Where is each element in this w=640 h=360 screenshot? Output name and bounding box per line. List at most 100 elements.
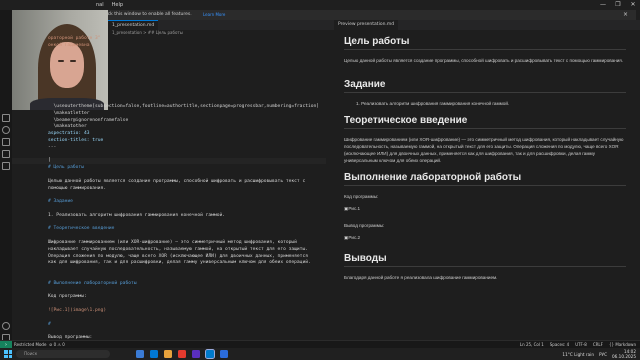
preview-paragraph: Целью данной работы является создание пр…: [344, 58, 624, 63]
code-line[interactable]: Целью данной работы является создание пр…: [12, 179, 326, 185]
language-indicator[interactable]: РУС: [599, 352, 607, 357]
obs-icon[interactable]: [192, 350, 200, 358]
code-line[interactable]: [12, 152, 326, 158]
close-icon[interactable]: ×: [623, 10, 628, 20]
preview-paragraph: Шифрование гаммированием (или XOR-шифров…: [344, 137, 624, 163]
preview-paragraph: Код программы:: [344, 194, 379, 199]
system-tray: 11°C Light rain РУС 14:02 06.10.2025: [562, 348, 636, 360]
edge-icon[interactable]: [150, 350, 158, 358]
code-line[interactable]: # Цель работы: [12, 165, 326, 171]
windows-start-icon[interactable]: [4, 350, 12, 358]
code-text: \makeatletter: [48, 110, 90, 116]
code-text: aspectratio: 43: [48, 131, 90, 137]
code-line[interactable]: [12, 97, 326, 103]
code-line[interactable]: Шифрование гаммированием (или XOR-шифров…: [12, 240, 326, 246]
preview-heading: Выполнение лабораторной работы: [344, 172, 626, 186]
menu-item-terminal[interactable]: nal: [96, 0, 104, 10]
code-line[interactable]: [12, 63, 326, 69]
extensions-icon[interactable]: [2, 162, 10, 170]
code-text: онкой Гаджиевна: [48, 42, 90, 48]
file-explorer-icon[interactable]: [136, 350, 144, 358]
code-line[interactable]: накладывает случайную последовательность…: [12, 247, 326, 253]
code-line[interactable]: [12, 274, 326, 280]
code-line[interactable]: Операция сложения по модулю, чаще всего …: [12, 254, 326, 260]
code-line[interactable]: #: [12, 322, 326, 328]
code-line[interactable]: [12, 206, 326, 212]
tab-preview[interactable]: Preview presentation.md: [334, 20, 399, 30]
taskbar-search-input[interactable]: Поиск: [16, 350, 110, 358]
code-line[interactable]: 1. Реализовать алгоритм шифрования гамми…: [12, 213, 326, 219]
folder-icon[interactable]: [164, 350, 172, 358]
problems-count[interactable]: ⊘ 0 ⚠ 0: [49, 342, 65, 347]
preview-heading: Цель работы: [344, 36, 626, 50]
code-line[interactable]: [12, 301, 326, 307]
app-icon[interactable]: [220, 350, 228, 358]
code-line[interactable]: ---: [12, 145, 326, 151]
code-line[interactable]: aspectratio: 43: [12, 131, 326, 137]
code-line[interactable]: [12, 288, 326, 294]
preview-heading: Теоретическое введение: [344, 115, 626, 129]
code-line[interactable]: [12, 267, 326, 273]
learn-more-link[interactable]: Learn More: [200, 12, 228, 18]
code-line[interactable]: [12, 77, 326, 83]
code-line[interactable]: онкой Гаджиевна: [12, 43, 326, 49]
code-line[interactable]: ораторной работе 3": [12, 36, 326, 42]
code-line[interactable]: помощью гаммирования.: [12, 186, 326, 192]
code-line[interactable]: [12, 50, 326, 56]
code-text: ![Рис.1](image\1.png): [48, 308, 107, 313]
code-text: ораторной работе 3": [48, 36, 101, 41]
weather-widget[interactable]: 11°C Light rain: [562, 352, 594, 357]
preview-tab-bar: Preview presentation.md: [326, 20, 640, 30]
code-text: накладывает случайную последовательность…: [48, 246, 308, 252]
code-line[interactable]: [12, 90, 326, 96]
vscode-icon[interactable]: [205, 349, 215, 359]
code-text: # Цель работы: [48, 165, 84, 171]
code-line[interactable]: [12, 220, 326, 226]
account-icon[interactable]: [2, 322, 10, 330]
close-window-button[interactable]: ✕: [626, 0, 640, 10]
tab-presentation-md[interactable]: 1_presentation.md: [108, 20, 159, 30]
code-line[interactable]: # Выполнение лабораторной работы: [12, 281, 326, 287]
code-line[interactable]: \beamer@ignorenonframefalse: [12, 118, 326, 124]
code-line[interactable]: # Теоретическое введение: [12, 226, 326, 232]
source-control-icon[interactable]: [2, 138, 10, 146]
run-debug-icon[interactable]: [2, 150, 10, 158]
code-line[interactable]: как для шифрования, так и для расшифровк…: [12, 260, 326, 266]
taskbar: Поиск 11°C Light rain РУС 14:02 06.10.20…: [0, 348, 640, 360]
markdown-preview: Цель работы Целью данной работы является …: [326, 30, 640, 340]
code-line[interactable]: \makeatletter: [12, 111, 326, 117]
code-text: Код программы:: [48, 294, 87, 300]
code-line[interactable]: [12, 233, 326, 239]
code-line[interactable]: ![Рис.1](image\1.png): [12, 308, 326, 314]
code-line[interactable]: [12, 172, 326, 178]
menu-bar: nal Help: [96, 0, 123, 10]
code-line[interactable]: [12, 315, 326, 321]
app-icon[interactable]: [178, 350, 186, 358]
minimize-button[interactable]: —: [596, 0, 610, 10]
code-line[interactable]: \useoutertheme[subsection=false,footline…: [12, 104, 326, 110]
code-line[interactable]: [12, 328, 326, 334]
explorer-icon[interactable]: [2, 114, 10, 122]
code-editor[interactable]: ораторной работе 3" онкой Гаджиевна \useo…: [12, 36, 326, 340]
code-text: Целью данной работы является создание пр…: [48, 178, 306, 184]
code-line[interactable]: [12, 56, 326, 62]
menu-item-help[interactable]: Help: [112, 0, 123, 10]
code-line[interactable]: # Задание: [12, 199, 326, 205]
code-text: section-titles: true: [48, 138, 104, 143]
code-line[interactable]: section-titles: true: [12, 138, 326, 144]
code-text: как для шифрования, так и для расшифровк…: [48, 260, 311, 266]
code-text: Шифрование гаммированием (или XOR-шифров…: [48, 240, 297, 245]
clock-date: 06.10.2025: [612, 354, 636, 359]
code-line[interactable]: [12, 84, 326, 90]
search-icon[interactable]: [2, 126, 10, 134]
clock[interactable]: 14:02 06.10.2025: [612, 349, 636, 359]
code-line[interactable]: [12, 192, 326, 198]
code-text: \makeatother: [48, 124, 87, 130]
maximize-button[interactable]: ❐: [611, 0, 625, 10]
code-line[interactable]: [12, 70, 326, 76]
code-line[interactable]: [: [12, 158, 326, 165]
code-line[interactable]: Код программы:: [12, 294, 326, 300]
broken-image-placeholder: ▣Рис.2: [344, 235, 361, 240]
code-line[interactable]: \makeatother: [12, 124, 326, 130]
restricted-mode-banner: unlock this window to enable all feature…: [96, 10, 636, 20]
